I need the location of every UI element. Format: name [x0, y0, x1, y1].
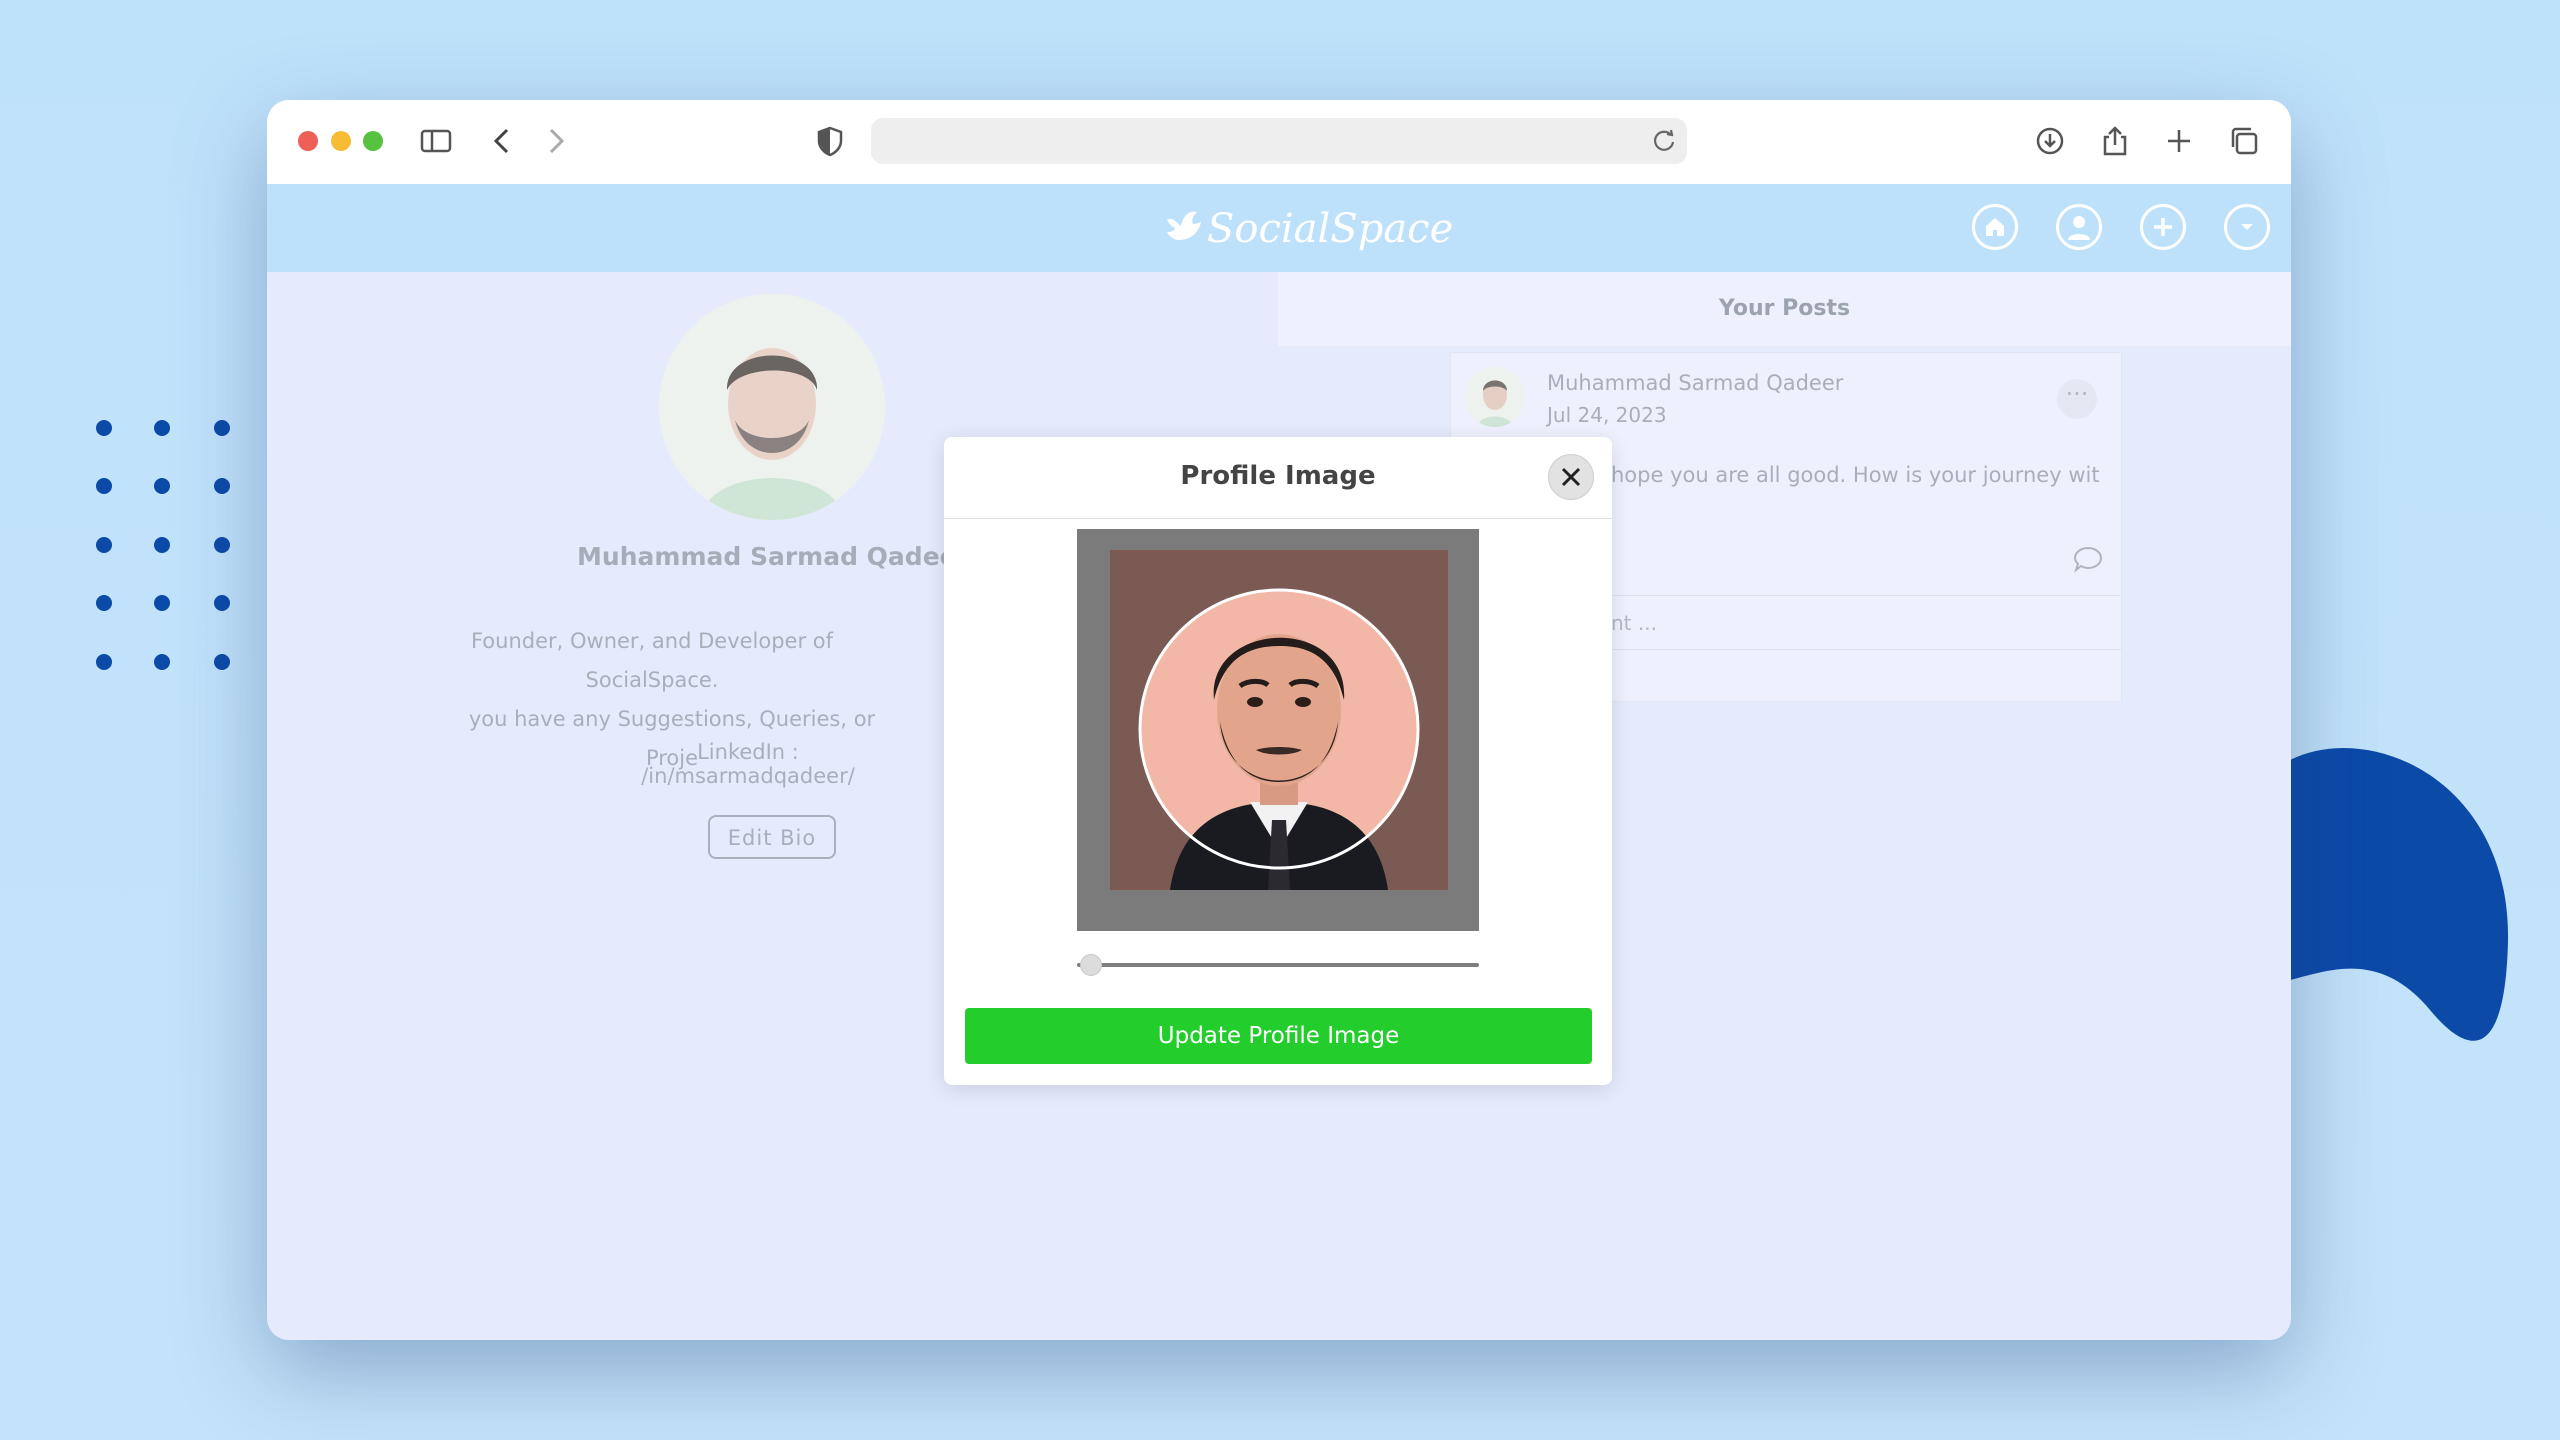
browser-toolbar	[267, 100, 2291, 185]
linkedin-link[interactable]: LinkedIn : /in/msarmadqadeer/	[613, 740, 883, 788]
forward-icon[interactable]	[539, 125, 571, 157]
modal-close-button[interactable]	[1548, 454, 1594, 500]
reload-icon[interactable]	[1649, 126, 1679, 156]
crop-photo	[1110, 550, 1448, 890]
post-text: hope you are all good. How is your journ…	[1611, 463, 2101, 487]
post-date: Jul 24, 2023	[1547, 403, 1667, 427]
address-bar[interactable]	[871, 118, 1687, 164]
user-icon	[2068, 216, 2090, 240]
home-icon	[1986, 218, 2004, 236]
edit-bio-button[interactable]: Edit Bio	[708, 815, 836, 859]
new-tab-icon[interactable]	[2163, 125, 2195, 157]
divider	[944, 518, 1612, 519]
avatar-photo	[659, 294, 885, 520]
modal-title: Profile Image	[1180, 461, 1376, 491]
download-icon[interactable]	[2034, 125, 2066, 157]
profile-avatar[interactable]	[659, 294, 885, 520]
menu-dropdown-button[interactable]	[2224, 204, 2270, 250]
privacy-shield-icon[interactable]	[814, 125, 846, 157]
add-post-button[interactable]	[2140, 204, 2186, 250]
zoom-slider-handle[interactable]	[1080, 954, 1102, 976]
back-icon[interactable]	[487, 125, 519, 157]
minimize-window-button[interactable]	[331, 131, 351, 151]
app-logo[interactable]: SocialSpace	[1207, 206, 1453, 252]
image-crop-area[interactable]	[1077, 529, 1479, 931]
post-options-button[interactable]: ···	[2057, 379, 2097, 419]
maximize-window-button[interactable]	[363, 131, 383, 151]
tab-overview-icon[interactable]	[2228, 125, 2260, 157]
profile-button[interactable]	[2056, 204, 2102, 250]
comment-input[interactable]: nt ...	[1611, 611, 1657, 635]
close-icon	[1561, 467, 1581, 487]
bio-line: Founder, Owner, and Developer of SocialS…	[470, 629, 834, 692]
profile-photo	[1110, 550, 1448, 890]
post-avatar-photo	[1465, 367, 1525, 427]
decorative-dots	[96, 420, 246, 680]
share-icon[interactable]	[2099, 125, 2131, 157]
dove-logo-icon	[1167, 211, 1201, 240]
home-button[interactable]	[1972, 204, 2018, 250]
profile-image-modal: Profile Image Update Profile Image	[944, 437, 1612, 1085]
post-author-avatar[interactable]	[1465, 367, 1525, 427]
plus-icon	[2154, 218, 2172, 236]
comment-icon[interactable]	[2073, 545, 2103, 573]
decorative-blob	[2290, 748, 2509, 1041]
update-profile-image-button[interactable]: Update Profile Image	[965, 1008, 1592, 1064]
close-window-button[interactable]	[298, 131, 318, 151]
app-header: SocialSpace	[267, 184, 2291, 272]
zoom-slider-track[interactable]	[1077, 963, 1479, 967]
profile-name: Muhammad Sarmad Qadeer	[577, 542, 969, 571]
sidebar-toggle-icon[interactable]	[420, 125, 452, 157]
post-author-name[interactable]: Muhammad Sarmad Qadeer	[1547, 371, 1843, 395]
your-posts-header: Your Posts	[1278, 272, 2291, 346]
chevron-down-icon	[2241, 224, 2253, 230]
